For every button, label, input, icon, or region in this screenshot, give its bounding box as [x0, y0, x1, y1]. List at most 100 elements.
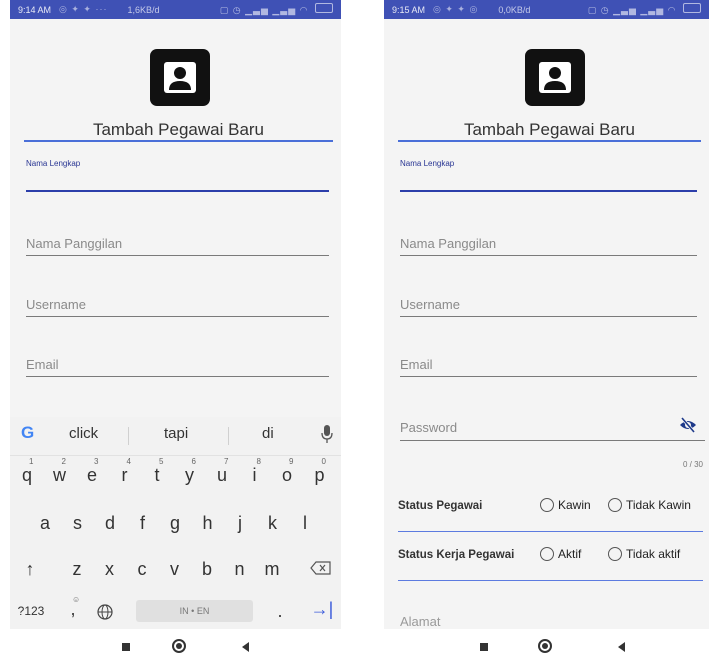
network-speed: 1,6KB/d — [127, 4, 160, 15]
alamat-placeholder[interactable]: Alamat — [400, 614, 440, 629]
key-label: z — [72, 559, 82, 579]
key-label: a — [39, 513, 50, 533]
key-b[interactable]: b — [193, 559, 221, 580]
back-icon[interactable] — [618, 642, 625, 652]
key-number-hint: 8 — [256, 457, 261, 466]
key-number-hint: 9 — [289, 457, 294, 466]
radio-kawin[interactable]: Kawin — [540, 498, 591, 512]
visibility-off-icon[interactable] — [679, 416, 697, 434]
key-o[interactable]: o9 — [273, 457, 301, 486]
backspace-key-icon[interactable] — [310, 560, 332, 576]
radio-aktif[interactable]: Aktif — [540, 547, 581, 561]
home-icon[interactable] — [538, 639, 552, 653]
key-u[interactable]: u7 — [208, 457, 236, 486]
recent-apps-icon[interactable] — [480, 643, 488, 651]
navigation-bar — [384, 629, 709, 662]
key-d[interactable]: d — [96, 513, 124, 534]
key-a[interactable]: a — [31, 513, 59, 534]
key-k[interactable]: k — [259, 513, 287, 534]
nama-panggilan-field[interactable]: Nama Panggilan — [400, 236, 697, 260]
key-label: n — [234, 559, 245, 579]
back-icon[interactable] — [242, 642, 249, 652]
shift-key-icon[interactable]: ↑ — [16, 559, 44, 580]
space-bar[interactable]: IN • EN — [136, 600, 253, 622]
nama-panggilan-field[interactable]: Nama Panggilan — [26, 236, 329, 260]
email-placeholder: Email — [400, 357, 433, 372]
suggestion-1[interactable]: click — [69, 425, 98, 442]
key-p[interactable]: p0 — [306, 457, 334, 486]
profile-avatar-icon[interactable] — [525, 49, 585, 106]
status-kerja-row: Status Kerja Pegawai Aktif Tidak aktif — [398, 545, 703, 581]
battery-icon — [683, 3, 701, 13]
microphone-icon[interactable] — [321, 424, 333, 444]
nama-lengkap-field[interactable]: Nama Lengkap — [400, 159, 697, 195]
radio-tidak-aktif[interactable]: Tidak aktif — [608, 547, 680, 561]
key-label: b — [201, 559, 212, 579]
profile-avatar-icon[interactable] — [150, 49, 210, 106]
next-tab-key-icon[interactable]: →| — [308, 599, 336, 620]
key-w[interactable]: w2 — [46, 457, 74, 486]
key-f[interactable]: f — [129, 513, 157, 534]
email-field[interactable]: Email — [26, 357, 329, 381]
key-l[interactable]: l — [291, 513, 319, 534]
key-j[interactable]: j — [226, 513, 254, 534]
radio-tidak-kawin[interactable]: Tidak Kawin — [608, 498, 691, 512]
notification-icons: ◎ ✦ ✦ ··· — [59, 4, 108, 14]
status-time: 9:14 AM — [18, 4, 52, 15]
key-label: h — [202, 513, 213, 533]
key-label: v — [170, 559, 179, 579]
email-field[interactable]: Email — [400, 357, 697, 381]
key-number-hint: 4 — [126, 457, 131, 466]
key-label: t — [154, 465, 160, 485]
suggestion-3[interactable]: di — [262, 425, 274, 442]
key-y[interactable]: y6 — [176, 457, 204, 486]
key-label: o — [281, 465, 292, 485]
key-z[interactable]: z — [63, 559, 91, 580]
username-field[interactable]: Username — [26, 297, 329, 321]
key-label: g — [169, 513, 180, 533]
key-label: r — [121, 465, 128, 485]
key-x[interactable]: x — [96, 559, 124, 580]
key-label: y — [185, 465, 194, 485]
key-number-hint: 2 — [61, 457, 66, 466]
google-g-icon[interactable]: G — [21, 423, 41, 443]
key-t[interactable]: t5 — [143, 457, 171, 486]
emoji-icon: ☺ — [72, 595, 81, 604]
key-number-hint: 7 — [224, 457, 229, 466]
nama-lengkap-field[interactable]: Nama Lengkap — [26, 159, 329, 195]
key-i[interactable]: i8 — [241, 457, 269, 486]
radio-aktif-label: Aktif — [558, 547, 582, 561]
suggestion-2[interactable]: tapi — [164, 425, 188, 442]
field-underline — [26, 316, 329, 317]
key-s[interactable]: s — [64, 513, 92, 534]
radio-circle-icon — [540, 547, 554, 561]
form-title-bar: Tambah Pegawai Baru — [24, 118, 333, 142]
key-h[interactable]: h — [194, 513, 222, 534]
page-title: Tambah Pegawai Baru — [463, 120, 636, 139]
key-e[interactable]: e3 — [78, 457, 106, 486]
email-placeholder: Email — [26, 357, 59, 372]
status-time: 9:15 AM — [392, 4, 426, 15]
status-pegawai-label: Status Pegawai — [398, 500, 483, 512]
form-title-bar: Tambah Pegawai Baru — [398, 118, 701, 142]
period-key[interactable]: . — [266, 601, 294, 622]
key-g[interactable]: g — [161, 513, 189, 534]
key-m[interactable]: m — [258, 559, 286, 580]
key-r[interactable]: r4 — [111, 457, 139, 486]
phone-screen-left: 9:14 AM ◎ ✦ ✦ ··· 1,6KB/d ▢ ◷ ▁▃▅ ▁▃▅ ◠ … — [10, 0, 341, 662]
username-field[interactable]: Username — [400, 297, 697, 321]
key-label: w — [53, 465, 66, 485]
key-v[interactable]: v — [161, 559, 189, 580]
password-field[interactable]: Password — [400, 420, 705, 444]
home-icon[interactable] — [172, 639, 186, 653]
key-q[interactable]: q1 — [13, 457, 41, 486]
symbols-key[interactable]: ?123 — [14, 604, 48, 618]
recent-apps-icon[interactable] — [122, 643, 130, 651]
key-label: p — [314, 465, 325, 485]
key-n[interactable]: n — [226, 559, 254, 580]
key-c[interactable]: c — [128, 559, 156, 580]
field-underline — [26, 376, 329, 377]
username-placeholder: Username — [400, 297, 460, 312]
globe-icon[interactable] — [96, 603, 114, 621]
field-underline — [26, 255, 329, 256]
